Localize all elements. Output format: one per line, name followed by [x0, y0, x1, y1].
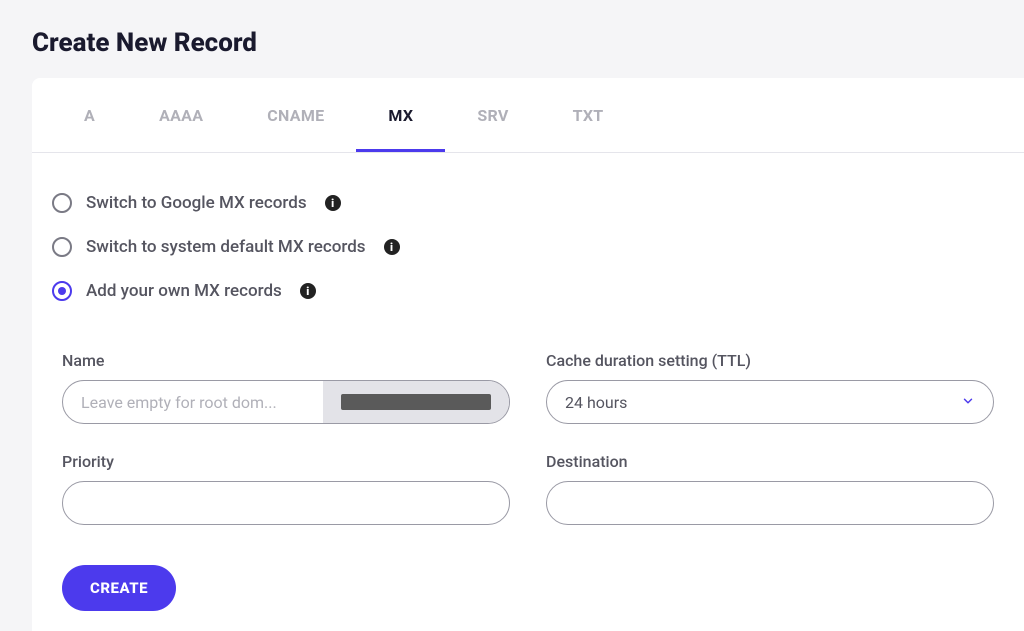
- record-type-tabs: A AAAA CNAME MX SRV TXT: [32, 78, 1024, 153]
- field-destination: Destination: [546, 452, 994, 525]
- ttl-select[interactable]: 24 hours: [546, 380, 994, 424]
- create-button[interactable]: CREATE: [62, 565, 176, 611]
- name-input[interactable]: [63, 381, 323, 423]
- destination-label: Destination: [546, 452, 994, 471]
- field-name: Name: [62, 351, 510, 424]
- name-label: Name: [62, 351, 510, 370]
- field-ttl: Cache duration setting (TTL) 24 hours: [546, 351, 994, 424]
- radio-icon: [52, 281, 72, 301]
- tab-mx[interactable]: MX: [356, 78, 445, 152]
- option-label: Switch to system default MX records: [86, 237, 366, 257]
- option-own-mx[interactable]: Add your own MX records i: [52, 269, 1004, 313]
- priority-input[interactable]: [63, 482, 509, 524]
- option-system-default-mx[interactable]: Switch to system default MX records i: [52, 225, 1004, 269]
- domain-suffix-redacted: [341, 394, 491, 410]
- ttl-label: Cache duration setting (TTL): [546, 351, 994, 370]
- tab-srv[interactable]: SRV: [445, 78, 540, 152]
- record-card: A AAAA CNAME MX SRV TXT Switch to Google…: [32, 78, 1024, 631]
- field-priority: Priority: [62, 452, 510, 525]
- form-actions: CREATE: [32, 545, 1024, 631]
- tab-aaaa[interactable]: AAAA: [127, 78, 235, 152]
- priority-input-wrap: [62, 481, 510, 525]
- name-input-wrap: [62, 380, 510, 424]
- option-google-mx[interactable]: Switch to Google MX records i: [52, 181, 1004, 225]
- option-label: Switch to Google MX records: [86, 193, 307, 213]
- tab-txt[interactable]: TXT: [541, 78, 636, 152]
- destination-input[interactable]: [547, 482, 993, 524]
- mx-form: Name Cache duration setting (TTL) 24 hou…: [32, 323, 1024, 545]
- tab-a[interactable]: A: [52, 78, 127, 152]
- tab-cname[interactable]: CNAME: [235, 78, 356, 152]
- page-title: Create New Record: [0, 0, 1024, 78]
- mx-options: Switch to Google MX records i Switch to …: [32, 153, 1024, 323]
- radio-icon: [52, 237, 72, 257]
- chevron-down-icon: [961, 393, 975, 412]
- domain-suffix: [323, 381, 509, 423]
- ttl-value: 24 hours: [565, 393, 627, 412]
- option-label: Add your own MX records: [86, 281, 282, 301]
- info-icon[interactable]: i: [325, 195, 341, 211]
- destination-input-wrap: [546, 481, 994, 525]
- radio-icon: [52, 193, 72, 213]
- priority-label: Priority: [62, 452, 510, 471]
- info-icon[interactable]: i: [384, 239, 400, 255]
- info-icon[interactable]: i: [300, 283, 316, 299]
